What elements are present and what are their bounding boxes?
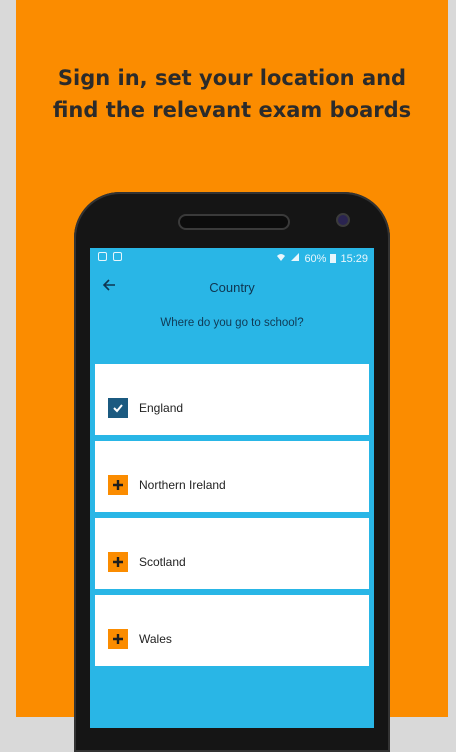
country-label: Wales — [139, 632, 172, 646]
plus-icon[interactable] — [108, 475, 128, 495]
promo-headline: Sign in, set your location and find the … — [16, 62, 448, 126]
app-notification-icon — [113, 252, 122, 261]
country-item-scotland[interactable]: Scotland — [95, 518, 369, 589]
phone-speaker — [178, 214, 290, 230]
plus-icon[interactable] — [108, 552, 128, 572]
country-list: England Northern Ireland Scotland Wales — [95, 364, 369, 672]
battery-icon — [330, 254, 337, 263]
country-item-northern-ireland[interactable]: Northern Ireland — [95, 441, 369, 512]
plus-icon[interactable] — [108, 629, 128, 649]
status-time: 15:29 — [340, 252, 368, 265]
signal-icon — [290, 252, 300, 265]
checkmark-icon[interactable] — [108, 398, 128, 418]
country-label: Northern Ireland — [139, 478, 226, 492]
status-bar: 60% 15:29 — [90, 248, 374, 270]
phone-frame: 60% 15:29 Country Where do you go to sch… — [74, 192, 390, 752]
country-item-england[interactable]: England — [95, 364, 369, 435]
country-item-wales[interactable]: Wales — [95, 595, 369, 666]
battery-percent: 60% — [304, 252, 327, 265]
phone-camera — [336, 213, 350, 227]
image-notification-icon — [98, 252, 107, 261]
wifi-icon — [276, 252, 286, 265]
school-prompt: Where do you go to school? — [160, 317, 304, 329]
app-bar: Country — [90, 270, 374, 306]
page-title: Country — [209, 280, 255, 295]
headline-line-1: Sign in, set your location and — [57, 66, 407, 90]
phone-screen: 60% 15:29 Country Where do you go to sch… — [90, 248, 374, 728]
country-label: Scotland — [139, 555, 186, 569]
country-label: England — [139, 401, 184, 415]
headline-line-2: find the relevant exam boards — [52, 98, 412, 122]
promo-panel: Sign in, set your location and find the … — [16, 0, 448, 752]
